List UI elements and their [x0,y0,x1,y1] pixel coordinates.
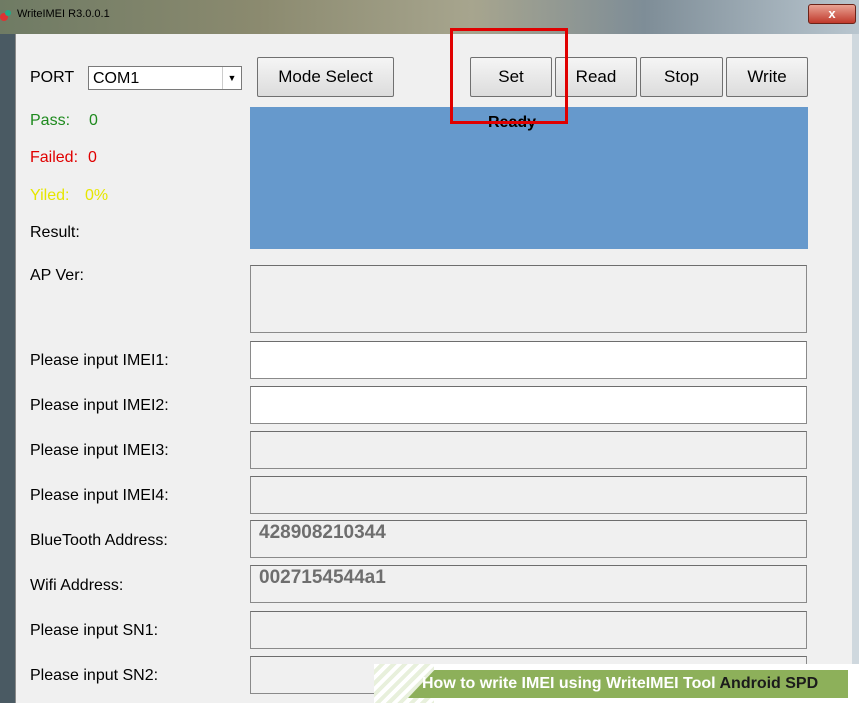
banner-text: How to write IMEI using WriteIMEI Tool A… [422,675,818,693]
port-label: PORT [30,69,75,86]
mode-select-button[interactable]: Mode Select [257,57,394,97]
imei4-label: Please input IMEI4: [30,487,169,504]
failed-label: Failed: [30,149,79,166]
failed-value: 0 [88,149,97,166]
caption-banner: How to write IMEI using WriteIMEI Tool A… [374,664,859,703]
wifi-label: Wifi Address: [30,577,124,594]
app-icon [0,10,11,21]
result-label: Result: [30,224,80,241]
bluetooth-address-field[interactable]: 428908210344 [250,520,807,558]
set-button-highlight [450,28,568,124]
bluetooth-label: BlueTooth Address: [30,532,168,549]
banner-emphasis: Android SPD [719,675,819,692]
chevron-down-icon[interactable]: ▼ [222,67,241,89]
sn1-input[interactable] [250,611,807,649]
pass-label: Pass: [30,112,71,129]
imei3-input[interactable] [250,431,807,469]
window-title: WriteIMEI R3.0.0.1 [17,8,110,20]
imei3-label: Please input IMEI3: [30,442,169,459]
imei1-input[interactable] [250,341,807,379]
wifi-value: 0027154544a1 [259,567,386,588]
stop-button[interactable]: Stop [640,57,723,97]
imei4-input[interactable] [250,476,807,514]
imei1-label: Please input IMEI1: [30,352,169,369]
window-edge [852,34,859,703]
yield-value: 0% [85,187,109,204]
bluetooth-value: 428908210344 [259,522,386,543]
imei2-label: Please input IMEI2: [30,397,169,414]
title-bar: WriteIMEI R3.0.0.1 x [0,0,859,34]
port-value: COM1 [93,70,140,87]
write-button[interactable]: Write [726,57,808,97]
wifi-address-field[interactable]: 0027154544a1 [250,565,807,603]
ap-ver-label: AP Ver: [30,267,84,284]
port-select[interactable]: COM1 ▼ [88,66,242,90]
status-panel: Ready [250,107,808,249]
yield-label: Yiled: [30,187,70,204]
sn1-label: Please input SN1: [30,622,159,639]
imei2-input[interactable] [250,386,807,424]
close-button[interactable]: x [808,4,856,24]
sn2-label: Please input SN2: [30,667,159,684]
banner-caption: How to write IMEI using WriteIMEI Tool [422,675,716,692]
ap-ver-field [250,265,807,333]
pass-value: 0 [89,112,98,129]
